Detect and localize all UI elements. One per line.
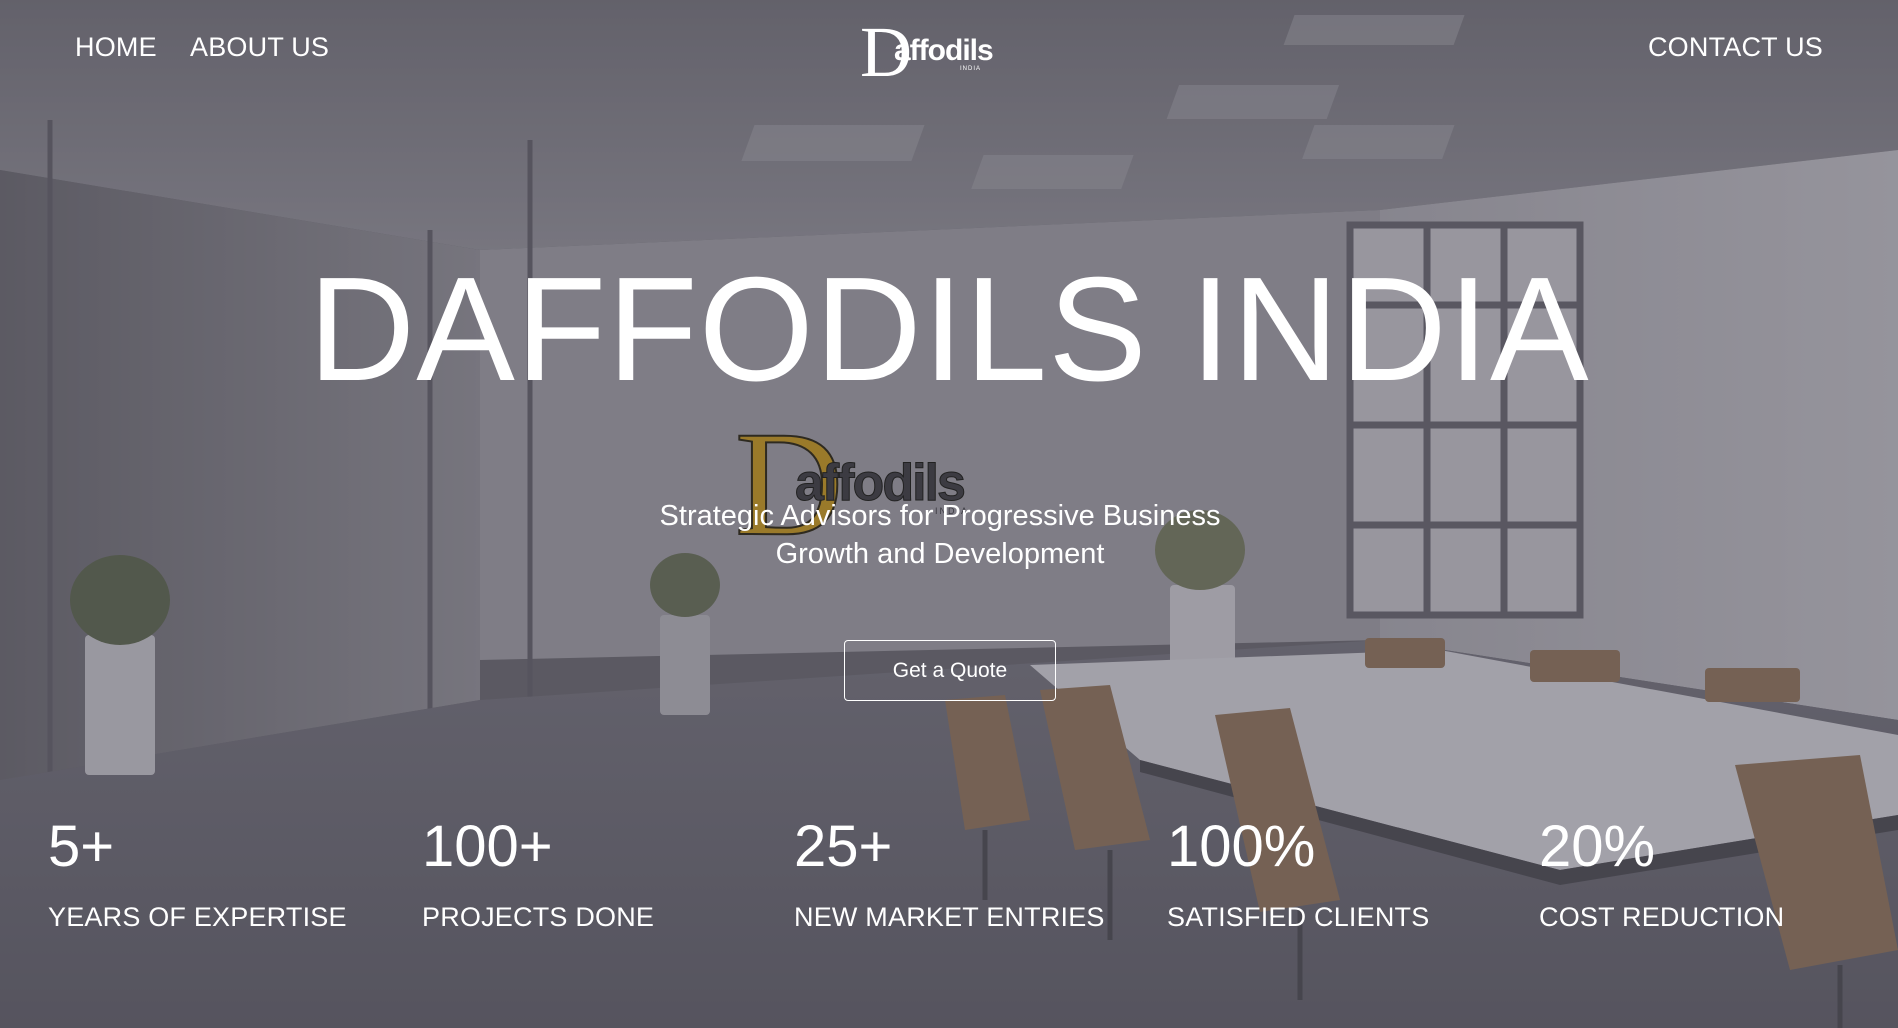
stat-value: 25+ [794,814,893,879]
hero-title: DAFFODILS INDIA [308,247,1590,412]
stat-value: 100+ [422,814,553,879]
stat-label: SATISFIED CLIENTS [1167,902,1430,932]
stat-label: COST REDUCTION [1539,902,1785,932]
stat-satisfied-clients: 100% SATISFIED CLIENTS [1167,812,1429,933]
hero-subtitle-line-1: Strategic Advisors for Progressive Busin… [659,500,1221,532]
hero-subtitle: Strategic Advisors for Progressive Busin… [600,497,1280,573]
stat-new-market-entries: 25+ NEW MARKET ENTRIES [794,812,1105,933]
hero-subtitle-line-2: Growth and Development [775,538,1105,570]
stat-value: 5+ [48,814,115,879]
nav-home-link[interactable]: HOME [75,32,157,63]
get-quote-button[interactable]: Get a Quote [844,640,1056,701]
stat-years-expertise: 5+ YEARS OF EXPERTISE [48,812,347,933]
stat-label: PROJECTS DONE [422,902,655,932]
stat-value: 100% [1167,814,1316,879]
svg-text:affodils: affodils [894,34,993,67]
hero-page: HOME ABOUT US CONTACT US D affodils INDI… [0,0,1898,1028]
daffodils-logo-top[interactable]: D affodils INDIA [860,14,1010,84]
svg-text:INDIA: INDIA [960,66,981,72]
stat-label: YEARS OF EXPERTISE [48,902,347,932]
stat-label: NEW MARKET ENTRIES [794,902,1105,932]
nav-contact-link[interactable]: CONTACT US [1648,32,1823,63]
stat-projects-done: 100+ PROJECTS DONE [422,812,654,933]
stat-cost-reduction: 20% COST REDUCTION [1539,812,1784,933]
stat-value: 20% [1539,814,1656,879]
nav-about-link[interactable]: ABOUT US [190,32,329,63]
